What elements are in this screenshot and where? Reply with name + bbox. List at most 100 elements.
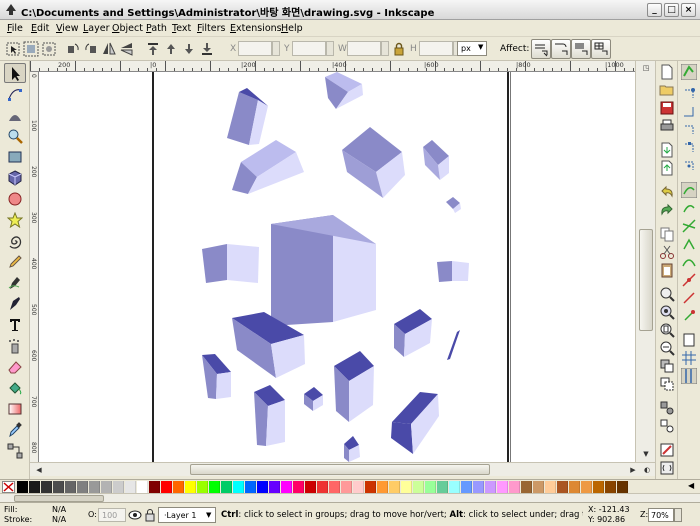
layer-dropdown-icon[interactable]: ▼: [206, 511, 211, 519]
color-swatch[interactable]: [437, 481, 448, 493]
color-swatch[interactable]: [341, 481, 352, 493]
color-swatch[interactable]: [29, 481, 40, 493]
vertical-scroll-thumb[interactable]: [639, 229, 653, 331]
color-swatch[interactable]: [569, 481, 580, 493]
unit-dropdown-icon[interactable]: ▼: [478, 43, 483, 51]
vertical-ruler[interactable]: 0 100 200 300 400 500 600 700 800: [30, 72, 39, 462]
paint-bucket-tool[interactable]: [4, 378, 26, 398]
opacity-field[interactable]: 100: [98, 508, 126, 522]
clone-icon[interactable]: [659, 376, 675, 392]
snap-intersections-icon[interactable]: [681, 218, 697, 234]
menu-file[interactable]: File: [7, 23, 23, 34]
color-swatch[interactable]: [209, 481, 220, 493]
palette-scroll-thumb[interactable]: [14, 495, 104, 502]
color-swatch[interactable]: [329, 481, 340, 493]
color-swatch[interactable]: [401, 481, 412, 493]
menu-object[interactable]: Object: [112, 23, 143, 34]
cube-tiny-right[interactable]: [446, 197, 461, 213]
color-swatch[interactable]: [461, 481, 472, 493]
color-swatch[interactable]: [473, 481, 484, 493]
cube-bottom-left[interactable]: [202, 354, 231, 399]
scroll-down-icon[interactable]: ▼: [639, 448, 653, 460]
minimize-button[interactable]: _: [647, 3, 662, 17]
text-tool[interactable]: [4, 315, 26, 335]
import-icon[interactable]: [659, 142, 675, 158]
horizontal-scroll-thumb[interactable]: [190, 464, 490, 475]
color-swatch[interactable]: [521, 481, 532, 493]
affect-scale-stroke-button[interactable]: [531, 39, 551, 59]
dropper-tool[interactable]: [4, 420, 26, 440]
color-swatch[interactable]: [65, 481, 76, 493]
color-swatch[interactable]: [257, 481, 268, 493]
stroke-value[interactable]: N/A: [52, 515, 66, 524]
affect-transform-patterns-button[interactable]: [591, 39, 611, 59]
color-swatch[interactable]: [305, 481, 316, 493]
snap-midpoint-icon[interactable]: [681, 272, 697, 288]
color-swatch[interactable]: [245, 481, 256, 493]
menu-edit[interactable]: Edit: [31, 23, 49, 34]
zoom-corner-icon[interactable]: ◳: [639, 62, 653, 74]
cube-right-mid[interactable]: [437, 261, 469, 282]
ungroup-icon[interactable]: [659, 418, 675, 434]
color-swatch[interactable]: [113, 481, 124, 493]
snap-bbox-midpoint-icon[interactable]: [681, 140, 697, 156]
snap-bbox-edge-icon[interactable]: [681, 104, 697, 120]
zoom-width-icon[interactable]: [659, 340, 675, 356]
y-spinner[interactable]: [326, 41, 334, 56]
h-field[interactable]: [419, 41, 453, 56]
undo-icon[interactable]: [659, 184, 675, 200]
w-spinner[interactable]: [381, 41, 389, 56]
gradient-tool[interactable]: [4, 399, 26, 419]
color-swatch[interactable]: [269, 481, 280, 493]
export-icon[interactable]: [659, 160, 675, 176]
snap-bbox-icon[interactable]: [681, 86, 697, 102]
paste-icon[interactable]: [659, 262, 675, 278]
color-swatch[interactable]: [101, 481, 112, 493]
menu-layer[interactable]: Layer: [83, 23, 110, 34]
color-swatch[interactable]: [485, 481, 496, 493]
deselect-icon[interactable]: [41, 41, 57, 57]
color-swatch[interactable]: [293, 481, 304, 493]
spray-tool[interactable]: [4, 336, 26, 356]
color-swatch[interactable]: [77, 481, 88, 493]
eye-visibility-icon[interactable]: [128, 509, 142, 521]
color-swatch[interactable]: [425, 481, 436, 493]
cut-icon[interactable]: [659, 244, 675, 260]
snap-enable-icon[interactable]: [681, 64, 697, 80]
color-swatch[interactable]: [389, 481, 400, 493]
color-swatch[interactable]: [557, 481, 568, 493]
color-swatch[interactable]: [509, 481, 520, 493]
color-swatch[interactable]: [545, 481, 556, 493]
close-button[interactable]: ×: [681, 3, 696, 17]
flip-vertical-icon[interactable]: [119, 41, 135, 57]
palette-scrollbar[interactable]: [0, 493, 700, 502]
cube-bottom-left-tall[interactable]: [254, 385, 285, 446]
zoom-field[interactable]: 70%: [648, 508, 674, 522]
zoom-selection-icon[interactable]: [659, 286, 675, 302]
zoom-drawing-icon[interactable]: [659, 304, 675, 320]
rectangle-tool[interactable]: [4, 147, 26, 167]
save-icon[interactable]: [659, 100, 675, 116]
cube-top-left[interactable]: [227, 88, 268, 145]
color-swatch[interactable]: [233, 481, 244, 493]
horizontal-scrollbar[interactable]: ◀ ▶ ◐: [30, 462, 655, 476]
cube-far-right-small[interactable]: [423, 140, 449, 180]
zoom-spinner[interactable]: [674, 508, 682, 522]
menu-extensions[interactable]: Extensions: [230, 23, 282, 34]
color-swatch[interactable]: [605, 481, 616, 493]
snap-smooth-icon[interactable]: [681, 254, 697, 270]
color-swatch[interactable]: [581, 481, 592, 493]
node-tool[interactable]: [4, 84, 26, 104]
color-swatch[interactable]: [593, 481, 604, 493]
cube-large[interactable]: [271, 215, 376, 326]
cube-upper-left-slab[interactable]: [232, 140, 304, 194]
lock-icon[interactable]: [391, 41, 407, 57]
calligraphy-tool[interactable]: [4, 294, 26, 314]
snap-page-border-icon[interactable]: [681, 332, 697, 348]
group-icon[interactable]: [659, 400, 675, 416]
color-swatch[interactable]: [413, 481, 424, 493]
snap-bbox-center-icon[interactable]: [681, 158, 697, 174]
spiral-tool[interactable]: [4, 231, 26, 251]
x-spinner[interactable]: [272, 41, 280, 56]
color-swatch[interactable]: [89, 481, 100, 493]
